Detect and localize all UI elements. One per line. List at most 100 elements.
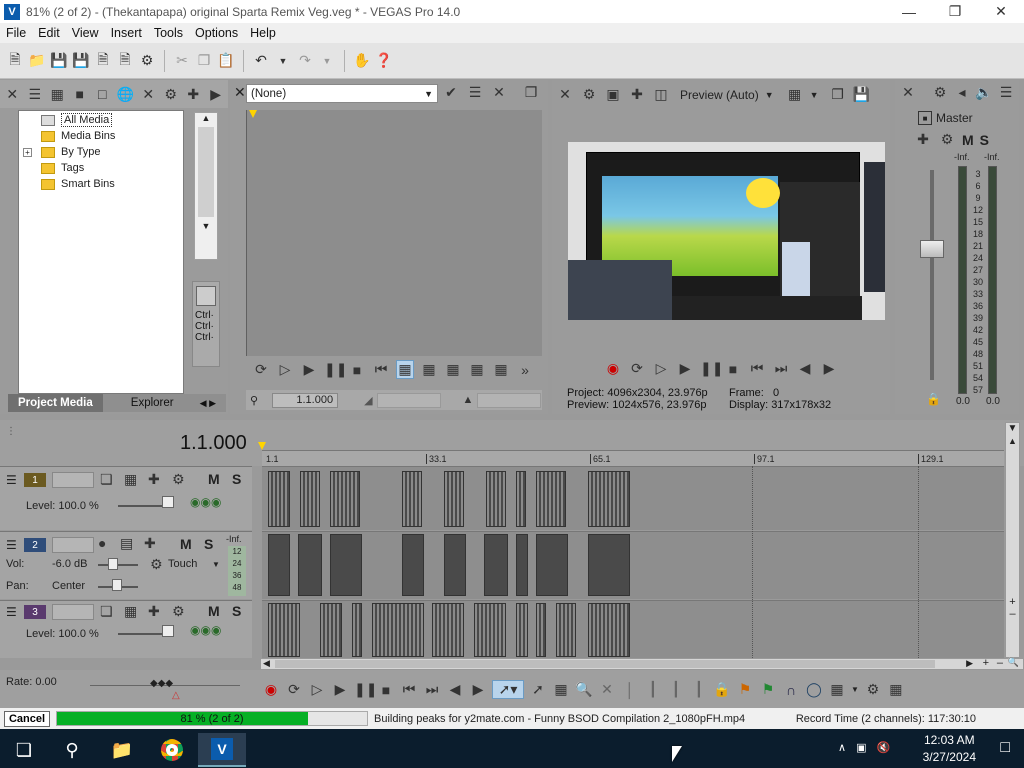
- next-frame-icon[interactable]: ▶: [820, 360, 838, 377]
- video-event[interactable]: [320, 603, 342, 657]
- file-explorer-icon[interactable]: 📁: [98, 733, 146, 767]
- track-settings-gear-icon[interactable]: ⚙: [172, 471, 185, 488]
- lock-envelopes-icon[interactable]: ⚙: [864, 681, 882, 698]
- arm-record-icon[interactable]: ●: [98, 535, 106, 551]
- next-frame-icon[interactable]: ▶: [469, 681, 487, 698]
- trimmer-view[interactable]: [246, 110, 542, 356]
- play-from-start-icon[interactable]: ▷: [276, 361, 294, 378]
- replace-icon[interactable]: ▦: [468, 361, 486, 378]
- tree-item-all-media[interactable]: All Media: [41, 112, 113, 128]
- mixer-gear-icon[interactable]: ⚙: [931, 84, 949, 101]
- paste-icon[interactable]: 📋: [217, 52, 235, 70]
- play-preview-icon[interactable]: ▶: [207, 86, 224, 103]
- track-header-2[interactable]: ☰ 2 ● ▤ ✚ M S -Inf. 12 24 36 48 Vol: -6.…: [0, 531, 252, 599]
- track-level-handle[interactable]: [162, 496, 174, 508]
- envelope-tool-icon[interactable]: ➚: [529, 681, 547, 698]
- media-fx-icon[interactable]: ⚙: [162, 86, 179, 103]
- master-fader-handle[interactable]: [920, 240, 944, 258]
- tree-item-media-bins[interactable]: Media Bins: [41, 128, 115, 144]
- go-to-end-icon[interactable]: ⏭: [423, 681, 441, 698]
- tree-scrollbar[interactable]: ▲ ▼: [194, 112, 218, 260]
- chevron-down-icon[interactable]: ▼: [765, 90, 774, 100]
- audio-event[interactable]: [330, 534, 362, 596]
- video-event[interactable]: [556, 603, 576, 657]
- track-header-3[interactable]: ☰ 3 ❏ ▦ ✚ ⚙ M S Level: 100.0 % ◉◉◉: [0, 600, 252, 658]
- delete-tool-icon[interactable]: ✕: [598, 681, 616, 698]
- track-vol-slider[interactable]: [98, 564, 138, 566]
- timeline-horizontal-scrollbar[interactable]: ◀ ▶ + – 🔍: [260, 657, 1024, 670]
- rate-handle-icon[interactable]: ◆◆◆: [150, 678, 173, 689]
- tree-item-smart-bins[interactable]: Smart Bins: [41, 176, 115, 192]
- menu-options[interactable]: Options: [189, 26, 244, 40]
- save-as-icon[interactable]: 💾: [72, 52, 90, 70]
- restore-icon[interactable]: ❐: [932, 0, 978, 23]
- track-collapse-icon[interactable]: ☰: [6, 605, 17, 619]
- pause-icon[interactable]: ❚❚: [324, 361, 347, 378]
- track-solo-button[interactable]: S: [232, 603, 241, 619]
- video-event[interactable]: [268, 471, 290, 527]
- timeline-vertical-scrollbar[interactable]: ▼ ▲ + –: [1005, 422, 1020, 658]
- close-trimmer-icon[interactable]: ✕: [234, 84, 246, 101]
- lock-event-icon[interactable]: 🔒: [713, 681, 731, 698]
- overlays-icon[interactable]: ◫: [652, 86, 670, 103]
- selection-length-field[interactable]: [477, 392, 542, 408]
- video-event[interactable]: [536, 603, 546, 657]
- track-name-field[interactable]: [52, 537, 94, 553]
- track-header-1[interactable]: ☰ 1 ❏ ▦ ✚ ⚙ M S Level: 100.0 % ◉◉◉: [0, 466, 252, 530]
- zoom-tool-icon[interactable]: 🔍: [575, 681, 593, 698]
- tab-scroll-arrows-icon[interactable]: ◀ ▶: [190, 398, 226, 409]
- pause-icon[interactable]: ❚❚: [700, 360, 723, 377]
- track-level-handle[interactable]: [162, 625, 174, 637]
- audio-event[interactable]: [516, 534, 528, 596]
- grid-icon[interactable]: ▦: [786, 86, 804, 103]
- previous-frame-icon[interactable]: ◀: [796, 360, 814, 377]
- chevron-down-icon[interactable]: ▼: [851, 685, 859, 694]
- abc-icon[interactable]: ✔: [442, 84, 460, 101]
- track-compositing-icon[interactable]: ✚: [148, 471, 160, 488]
- minimize-icon[interactable]: —: [886, 0, 932, 23]
- composite-mode-icon[interactable]: ◉◉◉: [190, 623, 221, 637]
- record-icon[interactable]: ◉: [604, 360, 622, 377]
- track-fx-icon[interactable]: ✚: [144, 535, 156, 552]
- close-master-icon[interactable]: ✕: [899, 84, 917, 101]
- track-lane-2[interactable]: [262, 531, 1004, 599]
- vegas-taskbar-icon[interactable]: V: [198, 733, 246, 767]
- menu-edit[interactable]: Edit: [32, 26, 66, 40]
- play-icon[interactable]: ▶: [676, 360, 694, 377]
- loop-icon[interactable]: ⟳: [628, 360, 646, 377]
- tree-item-by-type[interactable]: + By Type: [23, 144, 101, 160]
- menu-insert[interactable]: Insert: [105, 26, 148, 40]
- video-event[interactable]: [516, 603, 528, 657]
- audio-event[interactable]: [298, 534, 322, 596]
- properties-icon[interactable]: 🗎: [116, 51, 134, 70]
- audio-event[interactable]: [588, 534, 630, 596]
- automation-mode[interactable]: Touch: [168, 558, 197, 570]
- edit-tool-icon[interactable]: ✋: [353, 52, 371, 70]
- track-fx-icon[interactable]: ▦: [124, 471, 137, 488]
- volume-muted-icon[interactable]: 🔇: [876, 741, 890, 754]
- video-event[interactable]: [352, 603, 362, 657]
- taskbar-clock[interactable]: 12:03 AM 3/27/2024: [923, 732, 976, 766]
- pause-icon[interactable]: ❚❚: [354, 681, 377, 698]
- master-fx-icon[interactable]: ✚: [914, 131, 932, 148]
- automation-gear-icon[interactable]: ⚙: [150, 556, 163, 573]
- master-solo-button[interactable]: S: [980, 132, 989, 148]
- insert-icon[interactable]: ▦: [444, 361, 462, 378]
- mixer-sliders-icon[interactable]: ☰: [997, 84, 1015, 101]
- notifications-icon[interactable]: □: [1000, 739, 1010, 757]
- track-collapse-icon[interactable]: ☰: [6, 473, 17, 487]
- stop-icon[interactable]: ■: [377, 682, 395, 698]
- lock-icon[interactable]: 🔒: [926, 392, 941, 406]
- windows-start-icon[interactable]: ❏: [0, 733, 48, 767]
- video-event[interactable]: [444, 471, 464, 527]
- track-name-field[interactable]: [52, 604, 94, 620]
- chevron-down-icon[interactable]: ▼: [810, 90, 819, 100]
- save-icon[interactable]: 💾: [50, 52, 68, 70]
- selection-tool-icon[interactable]: ▦: [552, 681, 570, 698]
- save-snapshot-icon[interactable]: 💾: [853, 86, 871, 103]
- overwrite-icon[interactable]: ▦: [420, 361, 438, 378]
- auto-crossfade-icon[interactable]: ◯: [805, 681, 823, 698]
- timeline-cursor-time[interactable]: 1.1.000: [180, 432, 247, 455]
- track-solo-button[interactable]: S: [232, 471, 241, 487]
- preview-quality-select[interactable]: Preview (Auto): [680, 88, 759, 102]
